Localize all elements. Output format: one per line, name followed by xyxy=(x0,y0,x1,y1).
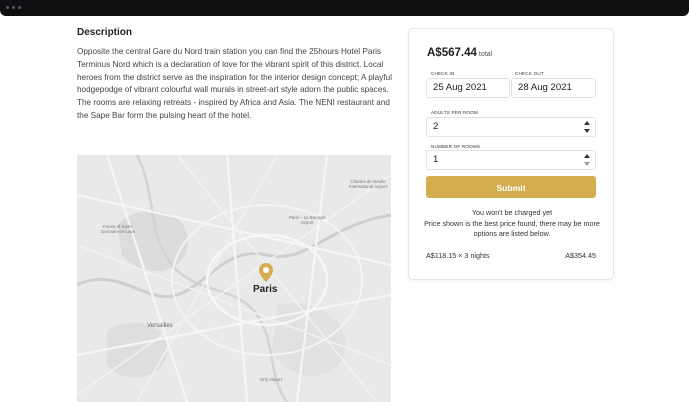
description-text: Opposite the central Gare du Nord train … xyxy=(77,47,392,120)
window-titlebar xyxy=(0,0,689,16)
price-value: A$567.44 xyxy=(427,47,477,59)
nightly-subtotal: A$354.45 xyxy=(565,251,596,260)
map-label-versailles: Versailles xyxy=(147,323,173,329)
adults-value: 2 xyxy=(433,121,439,132)
map-label-saint-germain: Forest of Saint-Germain-en-Laye xyxy=(100,224,136,235)
rooms-label: NUMBER OF ROOMS xyxy=(431,144,481,149)
rooms-value: 1 xyxy=(433,154,439,165)
window-dot-icon xyxy=(18,6,21,9)
map-label-cdg: Charles de Gaulle International Airport xyxy=(348,179,388,190)
location-pin-icon[interactable] xyxy=(259,263,273,282)
price-note: You won't be charged yet Price shown is … xyxy=(423,208,601,240)
adults-label: ADULTS PER ROOM xyxy=(431,110,479,115)
rooms-stepper[interactable]: 1 xyxy=(426,150,596,170)
window-controls xyxy=(6,6,21,9)
check-out-field[interactable]: 28 Aug 2021 xyxy=(511,78,596,98)
check-in-label: CHECK IN xyxy=(431,71,455,76)
price-suffix: total xyxy=(478,51,493,58)
total-price: A$567.44 total xyxy=(427,47,492,59)
check-in-field[interactable]: 25 Aug 2021 xyxy=(426,78,510,98)
window-dot-icon xyxy=(12,6,15,9)
note-no-charge: You won't be charged yet xyxy=(471,208,553,217)
window-dot-icon xyxy=(6,6,9,9)
rooms-stepper-arrows-icon[interactable] xyxy=(582,153,592,167)
check-out-label: CHECK OUT xyxy=(515,71,544,76)
note-best-price: Price shown is the best price found, the… xyxy=(424,218,600,239)
adults-stepper-arrows-icon[interactable] xyxy=(582,120,592,134)
adults-stepper[interactable]: 2 xyxy=(426,117,596,137)
map-background xyxy=(77,155,391,402)
location-map[interactable]: Charles de Gaulle International Airport … xyxy=(77,155,391,402)
booking-card: A$567.44 total CHECK IN 25 Aug 2021 CHECK… xyxy=(408,28,614,280)
map-label-bourget: Paris – Le Bourget Airport xyxy=(288,215,326,226)
map-city-label: Paris xyxy=(253,284,278,295)
map-label-orly: Orly Airport xyxy=(260,377,282,382)
description-heading: Description xyxy=(77,27,133,38)
submit-button[interactable]: Submit xyxy=(426,176,596,198)
nightly-breakdown: A$118.15 × 3 nights xyxy=(426,251,490,260)
